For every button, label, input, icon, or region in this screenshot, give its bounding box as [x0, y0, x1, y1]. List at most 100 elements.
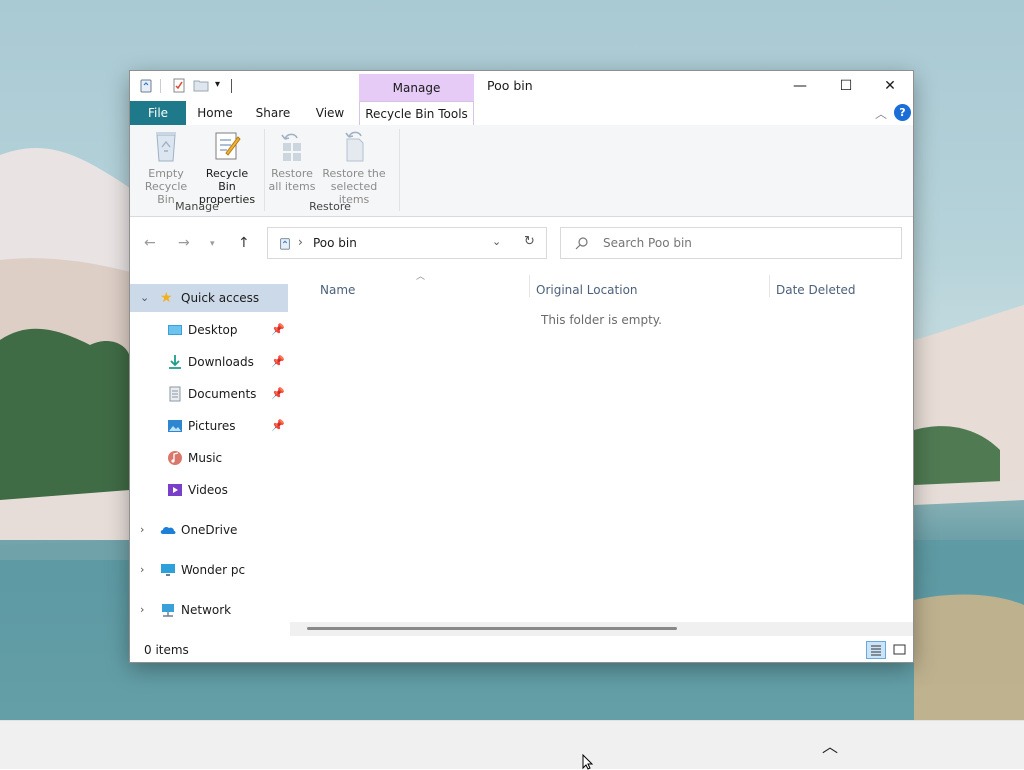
sort-ascending-icon: ︿ [416, 272, 426, 282]
search-input[interactable] [601, 235, 895, 251]
ribbon-group-manage: Manage [175, 200, 219, 213]
tab-recycle-bin-tools[interactable]: Recycle Bin Tools [359, 101, 474, 125]
sidebar-item-pictures[interactable]: Pictures 📌 [130, 412, 288, 440]
sidebar-label: Music [188, 451, 223, 465]
context-tab-header-manage: Manage [359, 74, 474, 102]
tab-home[interactable]: Home [189, 101, 241, 125]
title-bar[interactable]: ▾ Manage Poo bin — ☐ ✕ [130, 71, 913, 102]
properties-label-1: Recycle Bin [205, 167, 249, 193]
up-arrow-icon[interactable]: ↑ [238, 235, 250, 251]
empty-recycle-bin-label-1: Empty [148, 167, 184, 180]
pin-icon[interactable]: 📌 [271, 412, 285, 440]
expanded-chevron-icon[interactable]: ⌄ [140, 284, 149, 312]
close-icon: ✕ [884, 78, 896, 94]
back-arrow-icon[interactable]: ← [144, 235, 156, 251]
new-folder-quick-access-icon[interactable] [193, 77, 209, 93]
horizontal-scrollbar[interactable] [290, 622, 913, 636]
minimize-icon: — [793, 78, 807, 94]
sidebar-item-network[interactable]: › Network [130, 596, 288, 624]
empty-folder-message: This folder is empty. [541, 313, 662, 327]
status-bar: 0 items [130, 638, 913, 662]
sidebar-item-music[interactable]: Music [130, 444, 288, 472]
ribbon-tab-bar: File Home Share View Recycle Bin Tools ︿… [130, 101, 913, 126]
tab-file[interactable]: File [130, 101, 186, 125]
column-divider[interactable] [769, 275, 770, 297]
recycle-bin-small-icon[interactable] [138, 77, 154, 93]
maximize-icon: ☐ [839, 78, 853, 94]
ribbon-group-separator-2 [399, 129, 400, 211]
breadcrumb-poo-bin[interactable]: Poo bin [313, 236, 357, 250]
file-explorer-window: ▾ Manage Poo bin — ☐ ✕ File Home Share V… [130, 71, 913, 662]
sidebar-item-quick-access[interactable]: ⌄ ★ Quick access [130, 284, 288, 312]
star-icon: ★ [160, 290, 173, 306]
sidebar-item-this-pc[interactable]: › Wonder pc [130, 556, 288, 584]
maximize-button[interactable]: ☐ [823, 71, 869, 101]
restore-all-label-1: Restore [271, 167, 313, 180]
restore-selected-label-1: Restore the [322, 167, 386, 180]
breadcrumb-separator-icon: › [298, 235, 303, 249]
restore-selected-items-button[interactable]: Restore the selected items [318, 129, 390, 206]
recycle-bin-properties-icon [215, 132, 241, 160]
sidebar-item-desktop[interactable]: Desktop 📌 [130, 316, 288, 344]
sidebar-label: Quick access [181, 291, 260, 305]
sidebar-label: OneDrive [181, 523, 238, 537]
restore-selected-items-icon [345, 131, 364, 162]
pin-icon[interactable]: 📌 [271, 380, 285, 408]
ribbon-group-restore: Restore [309, 200, 351, 213]
forward-arrow-icon[interactable]: → [178, 235, 190, 251]
navigation-pane: ⌄ ★ Quick access Desktop 📌 Downloads 📌 D… [130, 276, 290, 631]
sidebar-label: Desktop [188, 323, 238, 337]
search-box [560, 227, 902, 259]
navigation-bar: ← → ▾ ↑ › Poo bin ⌄ ↻ [130, 217, 913, 269]
search-icon [575, 237, 588, 250]
properties-quick-access-icon[interactable] [171, 77, 187, 93]
tab-share[interactable]: Share [248, 101, 298, 125]
network-icon [162, 604, 174, 617]
computer-icon [161, 564, 175, 576]
empty-recycle-bin-button[interactable]: Empty Recycle Bin [136, 129, 196, 206]
pin-icon[interactable]: 📌 [271, 316, 285, 344]
customize-quick-access-chevron-icon[interactable]: ▾ [215, 79, 220, 90]
column-header-original-location[interactable]: Original Location [536, 277, 638, 303]
restore-all-items-button[interactable]: Restore all items [266, 129, 318, 193]
sidebar-label: Network [181, 603, 232, 617]
sidebar-label: Wonder pc [181, 563, 246, 577]
music-icon [168, 451, 182, 465]
sidebar-label: Videos [188, 483, 228, 497]
desktop-icon [168, 325, 182, 335]
videos-icon [168, 484, 182, 496]
sidebar-item-onedrive[interactable]: › OneDrive [130, 516, 288, 544]
ribbon-group-separator [264, 129, 265, 211]
collapsed-chevron-icon[interactable]: › [140, 556, 144, 584]
column-header-name[interactable]: Name [320, 277, 355, 303]
window-title: Poo bin [487, 78, 533, 93]
refresh-icon[interactable]: ↻ [524, 234, 535, 249]
help-icon[interactable]: ? [894, 104, 911, 121]
minimize-button[interactable]: — [777, 71, 823, 101]
collapse-ribbon-chevron-icon[interactable]: ︿ [875, 105, 887, 122]
address-dropdown-chevron-icon[interactable]: ⌄ [492, 235, 501, 248]
pin-icon[interactable]: 📌 [271, 348, 285, 376]
onedrive-cloud-icon [160, 526, 176, 534]
close-button[interactable]: ✕ [867, 71, 913, 101]
tab-view[interactable]: View [306, 101, 354, 125]
details-view-button[interactable] [866, 641, 886, 659]
sidebar-label: Downloads [188, 355, 254, 369]
column-divider[interactable] [529, 275, 530, 297]
sidebar-item-downloads[interactable]: Downloads 📌 [130, 348, 288, 376]
large-icons-view-icon [893, 644, 906, 655]
file-list: ︿ Name Original Location Date Deleted Th… [290, 269, 913, 636]
address-bar[interactable]: › Poo bin ⌄ ↻ [267, 227, 547, 259]
collapsed-chevron-icon[interactable]: › [140, 516, 144, 544]
sidebar-item-documents[interactable]: Documents 📌 [130, 380, 288, 408]
sidebar-item-videos[interactable]: Videos [130, 476, 288, 504]
large-icons-view-button[interactable] [890, 641, 910, 659]
restore-all-items-icon [281, 133, 301, 161]
recycle-bin-properties-button[interactable]: Recycle Bin properties [197, 129, 257, 206]
recent-locations-chevron-icon[interactable]: ▾ [210, 239, 215, 249]
empty-recycle-bin-icon [156, 132, 176, 162]
scrollbar-thumb[interactable] [307, 627, 677, 630]
show-hidden-icons-chevron-icon[interactable]: ︿ [822, 733, 838, 757]
collapsed-chevron-icon[interactable]: › [140, 596, 144, 624]
column-header-date-deleted[interactable]: Date Deleted [776, 277, 856, 303]
